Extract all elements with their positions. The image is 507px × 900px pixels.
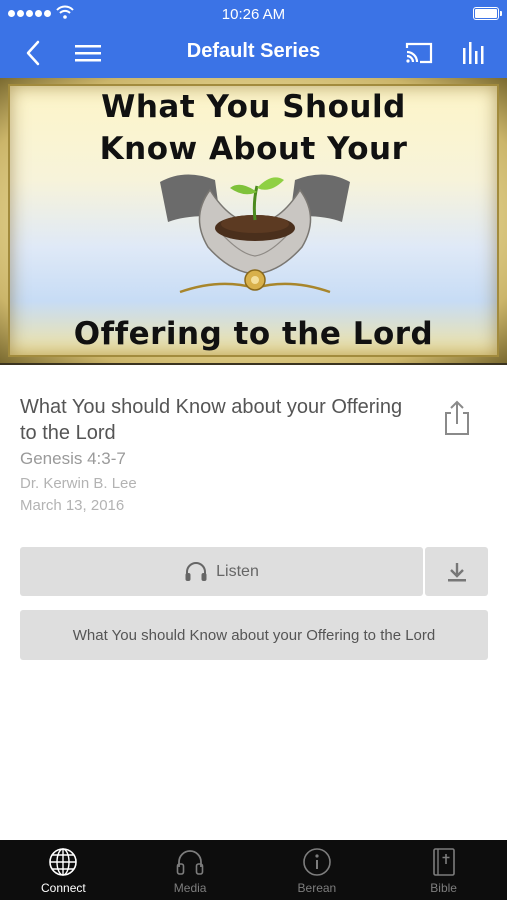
globe-icon [49, 848, 78, 876]
listen-label: Listen [216, 562, 259, 580]
stats-button[interactable] [457, 36, 491, 70]
bible-icon [432, 848, 455, 876]
tab-label: Connect [41, 881, 86, 895]
share-icon [445, 400, 469, 435]
tab-bar: Connect Media Berean Bible [0, 840, 507, 900]
cast-icon [405, 42, 433, 64]
sermon-artwork: What You Should Know About Your Offering… [0, 78, 507, 365]
headphones-icon [176, 850, 204, 875]
hands-seedling-illustration [160, 174, 350, 294]
nav-bar: Default Series [0, 28, 507, 78]
status-time: 10:26 AM [221, 6, 286, 23]
status-bar: 10:26 AM [0, 0, 507, 28]
tab-bible[interactable]: Bible [380, 840, 507, 900]
tab-connect[interactable]: Connect [0, 840, 127, 900]
bar-chart-icon [463, 42, 484, 64]
headphones-icon [185, 561, 207, 581]
battery-icon [473, 7, 502, 20]
sermon-scripture: Genesis 4:3-7 [20, 449, 126, 468]
cast-button[interactable] [402, 36, 436, 70]
tab-berean[interactable]: Berean [254, 840, 381, 900]
sermon-outline-button[interactable]: What You should Know about your Offering… [20, 610, 488, 660]
tab-label: Media [173, 881, 207, 895]
download-button[interactable] [425, 547, 488, 596]
tab-label: Berean [297, 881, 337, 895]
share-button[interactable] [440, 400, 474, 436]
sermon-title: What You should Know about your Offering… [20, 396, 403, 444]
artwork-line-1: What You Should [101, 89, 406, 125]
sermon-date: March 13, 2016 [20, 497, 125, 514]
listen-button[interactable]: Listen [20, 547, 423, 596]
tab-label: Bible [430, 881, 457, 895]
artwork-subtitle: Offering to the Lord [73, 316, 434, 352]
info-icon [303, 848, 331, 876]
sermon-speaker: Dr. Kerwin B. Lee [20, 475, 137, 492]
download-icon [447, 562, 466, 581]
artwork-heading: What You Should Know About Your [0, 86, 507, 170]
tab-media[interactable]: Media [127, 840, 254, 900]
